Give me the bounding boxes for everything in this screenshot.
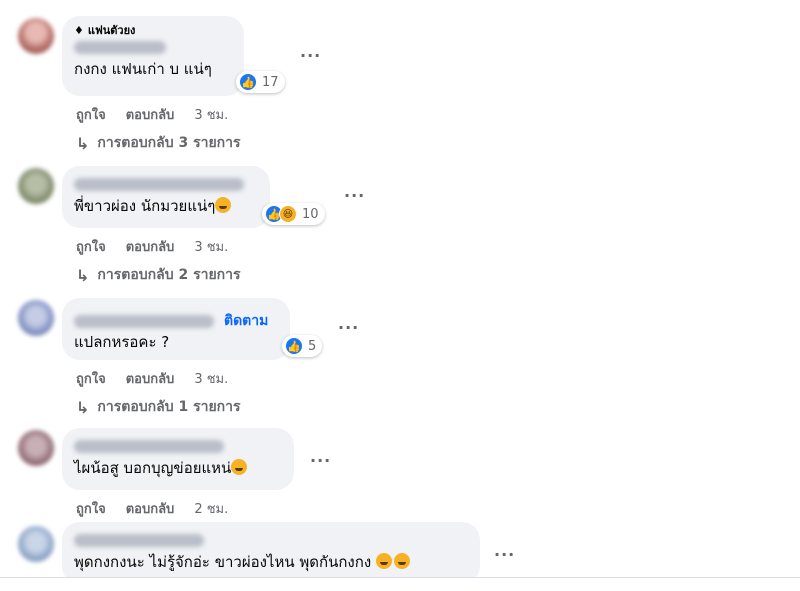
avatar[interactable]	[18, 18, 54, 54]
comment-text: แปลกหรอคะ ?	[74, 333, 170, 351]
comment-text-row: พี่ขาวผ่อง นักมวยแน่ๆ	[74, 196, 258, 216]
author-name-blurred[interactable]	[74, 178, 244, 191]
reaction-summary[interactable]: 👍 😆 10	[262, 203, 325, 225]
reaction-summary[interactable]: 👍 5	[282, 335, 323, 357]
like-reaction-icon: 👍	[239, 73, 257, 91]
more-options-icon[interactable]: ···	[494, 545, 515, 564]
author-name-blurred[interactable]	[74, 314, 214, 328]
author-name-blurred[interactable]	[74, 41, 166, 54]
more-options-icon[interactable]: ···	[338, 318, 359, 337]
comment-text-row: พุดกงกงนะ ไม่รู้จักอ่ะ ขาวผ่องไหน พุดกัน…	[74, 552, 468, 572]
timestamp[interactable]: 3 ชม.	[194, 236, 228, 257]
reaction-count: 5	[308, 338, 317, 354]
avatar[interactable]	[18, 168, 54, 204]
view-replies-link[interactable]: ↳ การตอบกลับ 2 รายการ	[76, 264, 241, 286]
comment-text: พุดกงกงนะ ไม่รู้จักอ่ะ ขาวผ่องไหน พุดกัน…	[74, 553, 372, 571]
like-button[interactable]: ถูกใจ	[76, 104, 106, 125]
comment-actions: ถูกใจ ตอบกลับ 2 ชม.	[76, 498, 228, 519]
comment-actions: ถูกใจ ตอบกลับ 3 ชม.	[76, 104, 228, 125]
more-options-icon[interactable]: ···	[300, 46, 321, 65]
laughing-face-icon	[215, 197, 232, 213]
hand-over-mouth-face-icon	[375, 553, 392, 569]
comment-text: ไผน้อสู บอกบุญข่อยแหน่	[74, 459, 232, 477]
comment-bubble: พุดกงกงนะ ไม่รู้จักอ่ะ ขาวผ่องไหน พุดกัน…	[62, 522, 480, 584]
like-button[interactable]: ถูกใจ	[76, 498, 106, 519]
more-options-icon[interactable]: ···	[310, 451, 331, 470]
diamond-icon: ♦	[74, 24, 84, 37]
comment-text: พี่ขาวผ่อง นักมวยแน่ๆ	[74, 197, 216, 215]
follow-button[interactable]: ติดตาม	[224, 310, 268, 332]
comment-bubble: ติดตาม แปลกหรอคะ ?	[62, 298, 290, 360]
view-replies-link[interactable]: ↳ การตอบกลับ 3 รายการ	[76, 132, 241, 154]
comment-text-row: ไผน้อสู บอกบุญข่อยแหน่	[74, 458, 282, 478]
reaction-count: 10	[302, 206, 319, 222]
view-replies-label: การตอบกลับ 3 รายการ	[97, 135, 241, 151]
haha-reaction-icon: 😆	[279, 205, 297, 223]
reaction-summary[interactable]: 👍 17	[236, 71, 285, 93]
author-row: ติดตาม	[74, 310, 278, 332]
reply-button[interactable]: ตอบกลับ	[126, 498, 175, 519]
reaction-count: 17	[262, 74, 279, 90]
comment-actions: ถูกใจ ตอบกลับ 3 ชม.	[76, 236, 228, 257]
comment-composer-edge	[0, 577, 800, 591]
fan-badge-label: แฟนตัวยง	[87, 24, 136, 37]
laughing-face-icon	[231, 459, 248, 475]
like-button[interactable]: ถูกใจ	[76, 368, 106, 389]
comment-bubble: พี่ขาวผ่อง นักมวยแน่ๆ	[62, 166, 270, 228]
avatar[interactable]	[18, 300, 54, 336]
avatar[interactable]	[18, 526, 54, 562]
reply-button[interactable]: ตอบกลับ	[126, 104, 175, 125]
reply-button[interactable]: ตอบกลับ	[126, 236, 175, 257]
reply-arrow-icon: ↳	[76, 265, 90, 285]
comment-bubble: ♦ แฟนตัวยง กงกง แฟนเก่า บ แน่ๆ	[62, 16, 244, 96]
comment-actions: ถูกใจ ตอบกลับ 3 ชม.	[76, 368, 228, 389]
view-replies-link[interactable]: ↳ การตอบกลับ 1 รายการ	[76, 396, 241, 418]
comment-bubble: ไผน้อสู บอกบุญข่อยแหน่	[62, 428, 294, 490]
reply-arrow-icon: ↳	[76, 133, 90, 153]
like-reaction-icon: 👍	[285, 337, 303, 355]
timestamp[interactable]: 3 ชม.	[194, 104, 228, 125]
avatar[interactable]	[18, 430, 54, 466]
view-replies-label: การตอบกลับ 1 รายการ	[97, 399, 241, 415]
more-options-icon[interactable]: ···	[344, 186, 365, 205]
like-button[interactable]: ถูกใจ	[76, 236, 106, 257]
comment-text: กงกง แฟนเก่า บ แน่ๆ	[74, 60, 212, 78]
hand-over-mouth-face-icon	[393, 553, 410, 569]
reply-arrow-icon: ↳	[76, 397, 90, 417]
fan-badge: ♦ แฟนตัวยง	[74, 24, 232, 38]
view-replies-label: การตอบกลับ 2 รายการ	[97, 267, 241, 283]
author-name-blurred[interactable]	[74, 534, 204, 547]
reply-button[interactable]: ตอบกลับ	[126, 368, 175, 389]
author-name-blurred[interactable]	[74, 440, 224, 453]
timestamp[interactable]: 2 ชม.	[194, 498, 228, 519]
timestamp[interactable]: 3 ชม.	[194, 368, 228, 389]
